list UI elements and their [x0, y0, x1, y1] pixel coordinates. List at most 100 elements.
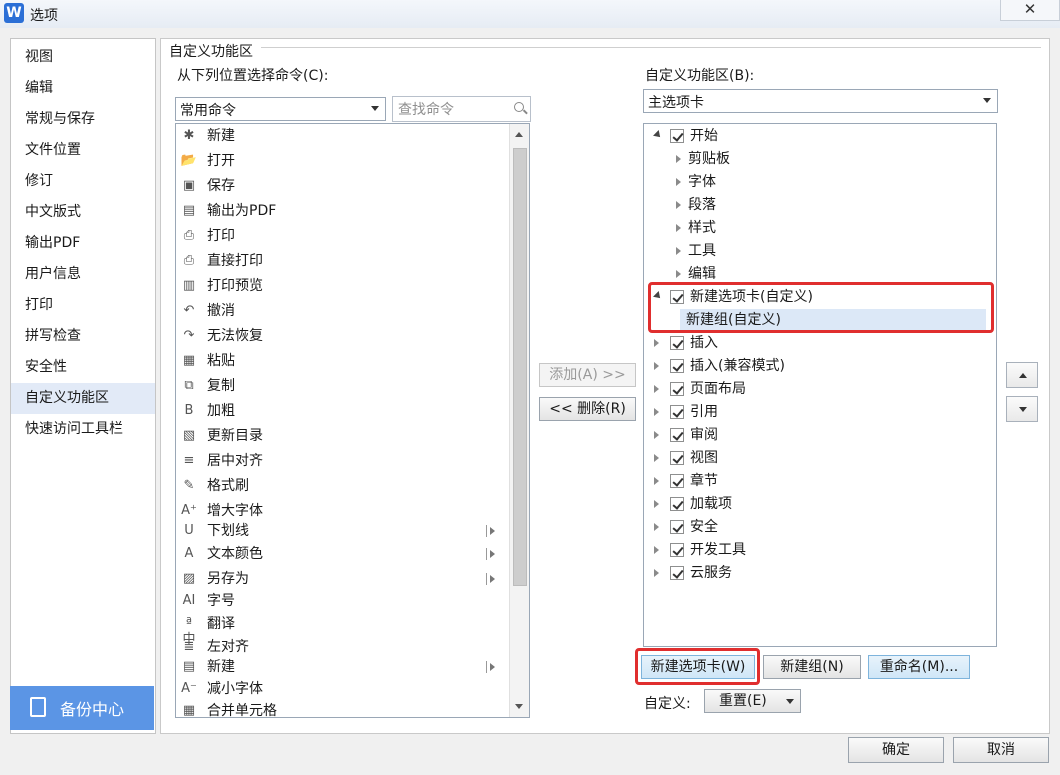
nav-item[interactable]: 打印	[11, 290, 155, 321]
command-item[interactable]: 📂 打开	[180, 149, 510, 173]
nav-item[interactable]: 快速访问工具栏	[11, 414, 155, 445]
nav-item[interactable]: 修订	[11, 166, 155, 197]
cancel-button[interactable]: 取消	[953, 737, 1049, 763]
tab-checkbox[interactable]	[670, 566, 684, 580]
ribbon-group-node[interactable]: 字体	[648, 171, 988, 194]
scroll-up-icon[interactable]	[515, 132, 523, 137]
backup-center-button[interactable]: 备份中心	[10, 686, 154, 730]
nav-item[interactable]: 安全性	[11, 352, 155, 383]
ribbon-tab-node[interactable]: 页面布局	[648, 378, 988, 401]
expand-icon[interactable]	[654, 408, 659, 416]
command-item[interactable]: ⎙ 打印	[180, 224, 510, 248]
ribbon-tree[interactable]: 开始 剪贴板 字体 段落 样式 工具 编辑 新建选项卡(自定义) 新建组(自定义) 插入 插入(兼容…	[643, 123, 997, 647]
command-item[interactable]: ↶ 撤消	[180, 299, 510, 323]
expand-icon[interactable]	[654, 523, 659, 531]
ribbon-group-node[interactable]: 工具	[648, 240, 988, 263]
expand-icon[interactable]	[654, 500, 659, 508]
command-item[interactable]: ▤ 输出为PDF	[180, 199, 510, 223]
command-item[interactable]: ▥ 打印预览	[180, 274, 510, 298]
ribbon-tab-node[interactable]: 插入	[648, 332, 988, 355]
command-item[interactable]: ⧉ 复制	[180, 374, 510, 398]
tab-checkbox[interactable]	[670, 543, 684, 557]
rename-button[interactable]: 重命名(M)...	[868, 655, 970, 679]
command-item[interactable]: U 下划线	[180, 519, 510, 543]
tab-checkbox[interactable]	[670, 359, 684, 373]
command-item[interactable]: B 加粗	[180, 399, 510, 423]
command-item[interactable]: ✱ 新建	[180, 124, 510, 148]
search-commands-field[interactable]	[392, 96, 531, 122]
command-item[interactable]: ≡ 居中对齐	[180, 449, 510, 473]
ribbon-tab-node[interactable]: 引用	[648, 401, 988, 424]
tab-checkbox[interactable]	[670, 474, 684, 488]
nav-item[interactable]: 视图	[11, 42, 155, 73]
collapse-icon[interactable]	[653, 130, 663, 140]
commands-source-dropdown[interactable]: 常用命令	[175, 97, 386, 121]
command-item[interactable]: ▤ 新建	[180, 655, 510, 679]
scroll-down-icon[interactable]	[515, 704, 523, 709]
ribbon-tab-node[interactable]: 审阅	[648, 424, 988, 447]
nav-item[interactable]: 文件位置	[11, 135, 155, 166]
ribbon-group-node[interactable]: 段落	[648, 194, 988, 217]
command-item[interactable]: AI 字号	[180, 589, 510, 613]
tab-checkbox[interactable]	[670, 405, 684, 419]
add-button[interactable]: 添加(A) >>	[539, 363, 636, 387]
move-up-button[interactable]	[1006, 362, 1038, 388]
tab-checkbox[interactable]	[670, 520, 684, 534]
command-item[interactable]: ▧ 更新目录	[180, 424, 510, 448]
expand-icon[interactable]	[654, 339, 659, 347]
nav-item[interactable]: 输出PDF	[11, 228, 155, 259]
nav-item[interactable]: 自定义功能区	[11, 383, 155, 414]
expand-icon[interactable]	[654, 362, 659, 370]
new-group-button[interactable]: 新建组(N)	[763, 655, 861, 679]
search-input[interactable]	[396, 98, 500, 122]
ribbon-group-node[interactable]: 剪贴板	[648, 148, 988, 171]
tab-checkbox[interactable]	[670, 497, 684, 511]
command-item[interactable]: ⎙ 直接打印	[180, 249, 510, 273]
command-item[interactable]: ↷ 无法恢复	[180, 324, 510, 348]
nav-item[interactable]: 拼写检查	[11, 321, 155, 352]
scroll-thumb[interactable]	[513, 148, 527, 586]
expand-icon[interactable]	[676, 201, 681, 209]
reset-dropdown[interactable]: 重置(E)	[704, 689, 801, 713]
ribbon-tab-node[interactable]: 视图	[648, 447, 988, 470]
ribbon-tab-node[interactable]: 插入(兼容模式)	[648, 355, 988, 378]
ribbon-group-node[interactable]: 样式	[648, 217, 988, 240]
command-item[interactable]: A⁻ 减小字体	[180, 677, 510, 701]
expand-icon[interactable]	[654, 431, 659, 439]
nav-item[interactable]: 中文版式	[11, 197, 155, 228]
remove-button[interactable]: << 删除(R)	[539, 397, 636, 421]
nav-item[interactable]: 用户信息	[11, 259, 155, 290]
ok-button[interactable]: 确定	[848, 737, 944, 763]
command-item[interactable]: ª中 翻译	[180, 612, 510, 647]
expand-icon[interactable]	[676, 224, 681, 232]
command-item[interactable]: ▦ 粘贴	[180, 349, 510, 373]
expand-icon[interactable]	[654, 454, 659, 462]
expand-icon[interactable]	[654, 546, 659, 554]
expand-icon[interactable]	[676, 270, 681, 278]
ribbon-tab-node[interactable]: 开始	[648, 125, 988, 148]
ribbon-tab-node[interactable]: 云服务	[648, 562, 988, 585]
tab-checkbox[interactable]	[670, 129, 684, 143]
ribbon-tab-node[interactable]: 开发工具	[648, 539, 988, 562]
tab-checkbox[interactable]	[670, 428, 684, 442]
expand-icon[interactable]	[676, 247, 681, 255]
nav-item[interactable]: 编辑	[11, 73, 155, 104]
ribbon-tab-node[interactable]: 安全	[648, 516, 988, 539]
ribbon-tab-node[interactable]: 加载项	[648, 493, 988, 516]
move-down-button[interactable]	[1006, 396, 1038, 422]
expand-icon[interactable]	[654, 477, 659, 485]
tab-checkbox[interactable]	[670, 382, 684, 396]
command-item[interactable]: A 文本颜色	[180, 542, 510, 566]
ribbon-tab-node[interactable]: 章节	[648, 470, 988, 493]
expand-icon[interactable]	[654, 385, 659, 393]
command-item[interactable]: ▣ 保存	[180, 174, 510, 198]
expand-icon[interactable]	[676, 178, 681, 186]
command-item[interactable]: ▨ 另存为	[180, 567, 510, 591]
expand-icon[interactable]	[654, 569, 659, 577]
close-button[interactable]: ✕	[1000, 0, 1060, 21]
tab-checkbox[interactable]	[670, 336, 684, 350]
commands-list[interactable]: ✱ 新建 📂 打开 ▣ 保存 ▤ 输出为PDF ⎙ 打印 ⎙ 直接打印 ▥ 打印预览 ↶ 撤消 ↷ 无法恢复 ▦ 粘贴…	[175, 123, 530, 718]
tab-checkbox[interactable]	[670, 451, 684, 465]
commands-scrollbar[interactable]	[509, 124, 529, 717]
expand-icon[interactable]	[676, 155, 681, 163]
